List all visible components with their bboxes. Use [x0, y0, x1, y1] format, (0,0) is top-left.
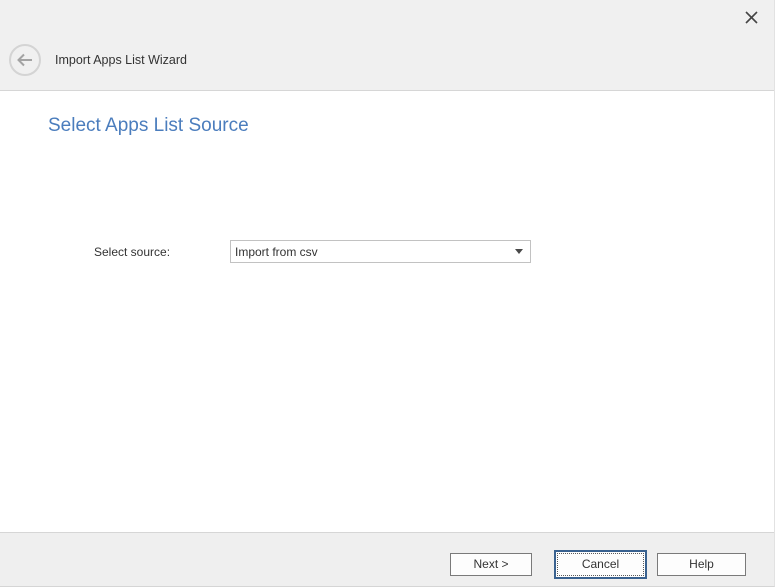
close-icon	[745, 11, 758, 24]
source-dropdown-value: Import from csv	[231, 245, 515, 259]
source-form-row: Select source: Import from csv	[0, 240, 774, 263]
page-heading: Select Apps List Source	[48, 112, 774, 139]
next-button[interactable]: Next >	[450, 553, 532, 576]
wizard-window: Import Apps List Wizard Select Apps List…	[0, 0, 775, 587]
dropdown-arrow-icon	[515, 249, 523, 254]
cancel-button[interactable]: Cancel	[554, 550, 647, 579]
help-button[interactable]: Help	[657, 553, 746, 576]
wizard-content: Select Apps List Source Select source: I…	[0, 112, 774, 553]
wizard-title: Import Apps List Wizard	[55, 44, 187, 76]
source-label: Select source:	[94, 245, 230, 259]
close-button[interactable]	[737, 3, 765, 31]
wizard-footer: Next > Cancel Help	[0, 532, 774, 586]
wizard-header: Import Apps List Wizard	[0, 0, 774, 91]
back-button[interactable]	[9, 44, 41, 76]
back-arrow-icon	[16, 53, 34, 67]
source-dropdown[interactable]: Import from csv	[230, 240, 531, 263]
